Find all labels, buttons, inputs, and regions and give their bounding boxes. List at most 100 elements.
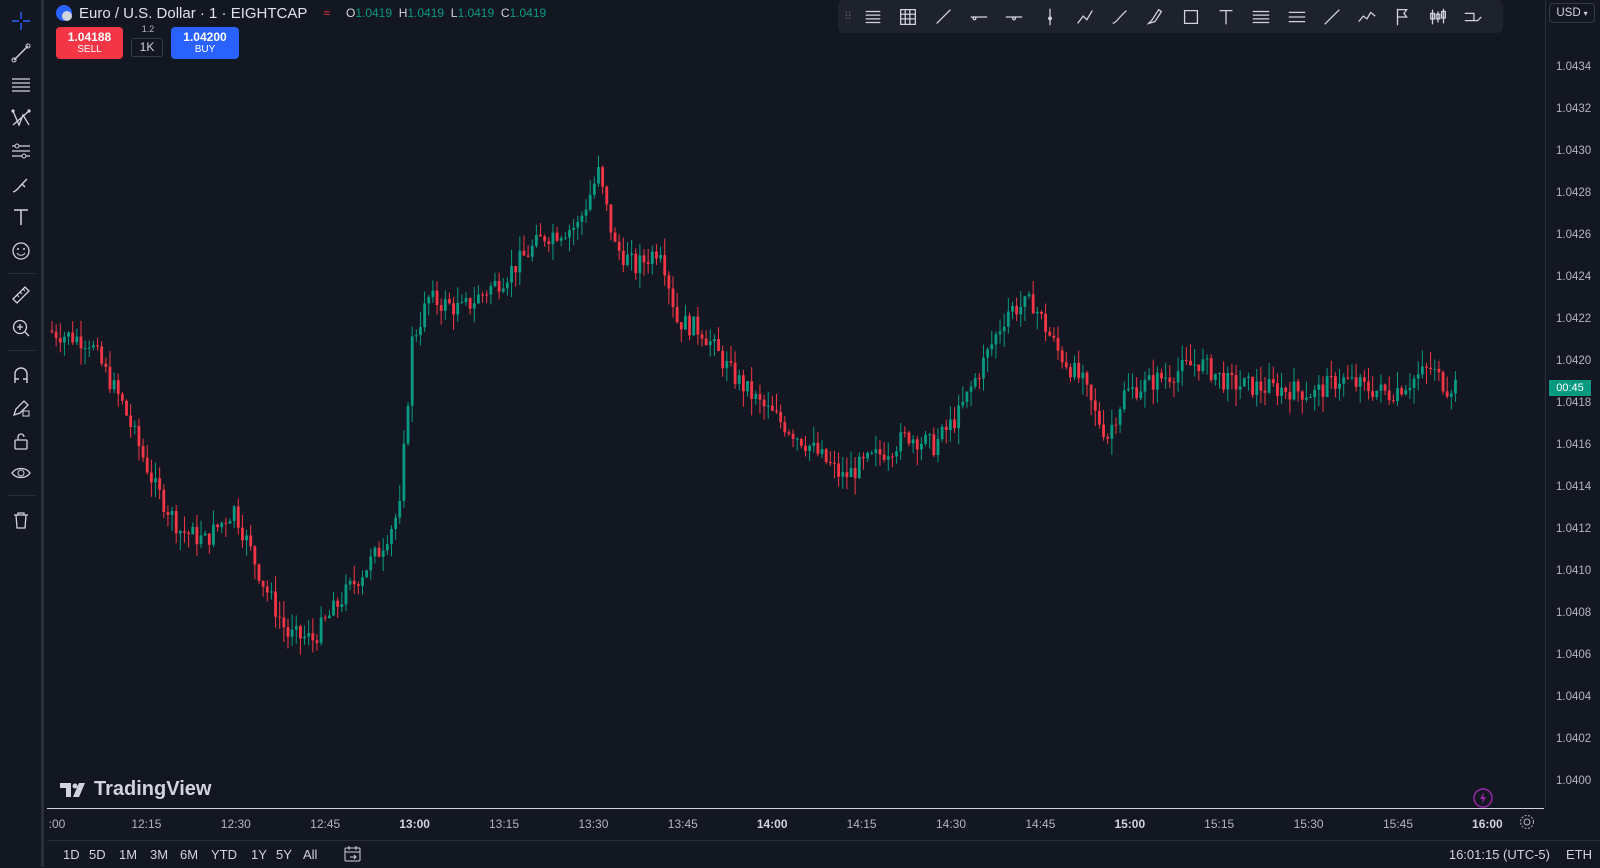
candle-body (1073, 362, 1076, 378)
settings-gear-icon[interactable] (1518, 813, 1536, 834)
candle-body (1160, 372, 1163, 379)
grid-icon[interactable] (895, 4, 921, 30)
range-button-1d[interactable]: 1D (63, 847, 80, 862)
candle-body (522, 250, 526, 256)
range-button-5y[interactable]: 5Y (276, 847, 292, 862)
candle-body (812, 442, 816, 446)
candle-body (874, 449, 878, 453)
candle-body (857, 456, 861, 479)
text-icon[interactable] (6, 202, 36, 232)
candle-body (1052, 335, 1056, 338)
tradingview-logo: TradingView (60, 778, 211, 801)
trend-line-icon[interactable] (931, 4, 957, 30)
fib-channel-icon[interactable] (1248, 4, 1274, 30)
price-label: 1.0434 (1556, 61, 1592, 73)
range-button-3m[interactable]: 3M (150, 847, 168, 862)
lock-drawing-icon[interactable] (6, 393, 36, 423)
range-button-5d[interactable]: 5D (89, 847, 106, 862)
candle-body (435, 290, 439, 306)
candle-body (1209, 358, 1213, 381)
ohlc-close-value: 1.0419 (509, 6, 547, 20)
candle-body (1015, 305, 1019, 315)
toolbar-divider (8, 495, 36, 496)
price-scale[interactable]: 1.0434 1.0432 1.0430 1.0428 1.0426 1.0424 1.04… (1545, 0, 1600, 807)
vertical-line-icon[interactable] (1037, 4, 1063, 30)
magnet-icon[interactable] (6, 360, 36, 390)
emoji-icon[interactable] (6, 236, 36, 266)
candle-body (530, 245, 534, 257)
ruler-icon[interactable] (6, 280, 36, 310)
lock-icon[interactable] (6, 426, 36, 456)
candle-body (775, 410, 778, 412)
candle-body (733, 362, 737, 384)
range-button-all[interactable]: All (303, 847, 317, 862)
candle-body (207, 533, 211, 545)
candle-body (845, 472, 849, 478)
candle-body (1396, 388, 1399, 402)
text-icon[interactable] (1213, 4, 1239, 30)
polyline-icon[interactable] (1354, 4, 1380, 30)
zoom-in-icon[interactable] (6, 313, 36, 343)
session-label[interactable]: ETH (1566, 847, 1592, 862)
pattern-icon[interactable] (6, 103, 36, 133)
time-label: 15:45 (1382, 817, 1414, 831)
range-button-6m[interactable]: 6M (180, 847, 198, 862)
candle-body (270, 591, 273, 593)
brush-icon[interactable] (6, 170, 36, 200)
horizontal-line-icon[interactable] (1001, 4, 1027, 30)
prediction-icon[interactable] (6, 136, 36, 166)
eye-icon[interactable] (6, 458, 36, 488)
symbol-title[interactable]: Euro / U.S. Dollar · 1 · EIGHTCAP (79, 5, 307, 22)
range-button-1m[interactable]: 1M (119, 847, 137, 862)
candle-body (145, 457, 149, 473)
candle-body (642, 255, 646, 263)
range-button-1y[interactable]: 1Y (251, 847, 267, 862)
clock-timezone[interactable]: 16:01:15 (UTC-5) (1449, 847, 1550, 862)
fib-retracement-icon[interactable] (6, 70, 36, 100)
chart-pane[interactable] (47, 0, 1544, 807)
crosshair-icon[interactable] (6, 6, 36, 36)
candle-body (489, 285, 493, 295)
candle-body (1069, 367, 1072, 378)
candles-icon[interactable] (1425, 4, 1451, 30)
goto-date-icon[interactable] (343, 845, 363, 866)
currency-selector[interactable]: USD ▾ (1549, 3, 1595, 23)
candle-body (1035, 311, 1039, 314)
long-position-icon[interactable] (1460, 4, 1486, 30)
candle-body (551, 232, 555, 244)
candle-body (423, 303, 426, 328)
time-axis[interactable]: :00 12:15 12:30 12:45 13:00 13:15 13:30 13:45 14… (47, 808, 1544, 837)
candlestick-chart[interactable] (47, 0, 1544, 807)
flag-icon[interactable] (1390, 4, 1416, 30)
horizontal-lines-icon[interactable] (860, 4, 886, 30)
time-label: 12:45 (310, 817, 341, 831)
time-label: 12:15 (131, 817, 162, 831)
candle-body (1048, 331, 1052, 336)
time-label: 16:00 (1472, 817, 1503, 831)
candle-body (1288, 391, 1292, 400)
candle-body (609, 204, 613, 233)
lightning-icon[interactable] (1472, 787, 1494, 812)
trend-line-icon[interactable] (6, 38, 36, 68)
candle-body (1089, 384, 1093, 401)
horizontal-ray-icon[interactable] (966, 4, 992, 30)
trash-icon[interactable] (6, 505, 36, 535)
rectangle-icon[interactable] (1178, 4, 1204, 30)
highlighter-icon[interactable] (1142, 4, 1168, 30)
path-icon[interactable] (1072, 4, 1098, 30)
ray-icon[interactable] (1319, 4, 1345, 30)
quantity-field[interactable]: 1K (131, 38, 163, 57)
candle-body (944, 426, 948, 431)
candle-body (125, 400, 128, 416)
buy-button[interactable]: 1.04200 BUY (171, 27, 239, 59)
candle-body (638, 255, 642, 274)
sell-button[interactable]: 1.04188 SELL (56, 27, 123, 59)
brush-icon[interactable] (1107, 4, 1133, 30)
candle-body (597, 167, 600, 184)
fib-levels-icon[interactable] (1284, 4, 1310, 30)
market-status-icon[interactable]: ≈ (323, 6, 330, 20)
range-button-ytd[interactable]: YTD (211, 847, 237, 862)
candle-body (1425, 366, 1428, 368)
drag-handle-icon[interactable]: ⠿ (844, 10, 852, 23)
candle-body (1226, 372, 1230, 390)
